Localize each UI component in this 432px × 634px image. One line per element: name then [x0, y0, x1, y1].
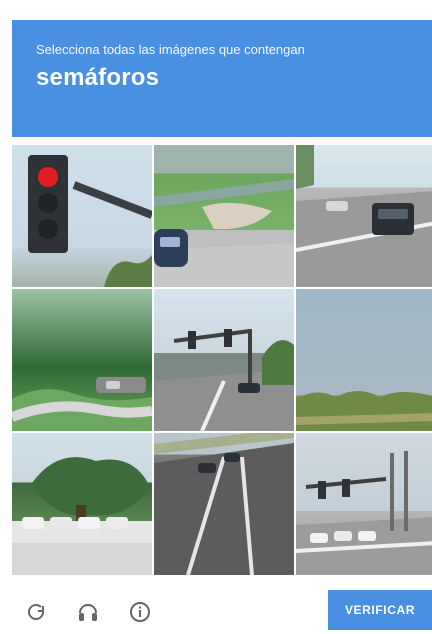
tile-1-image [28, 155, 152, 287]
captcha-tile-6[interactable] [296, 289, 432, 431]
captcha-tile-3[interactable] [296, 145, 432, 287]
captcha-instruction: Selecciona todas las imágenes que conten… [36, 42, 305, 57]
reload-icon-svg [28, 604, 44, 620]
tile-9-image [296, 451, 432, 575]
headphones-icon-svg [79, 604, 97, 621]
tile-8-image [154, 433, 294, 575]
captcha-image-grid [12, 145, 432, 575]
verify-button[interactable]: VERIFICAR [328, 590, 432, 630]
info-icon-svg [130, 602, 150, 622]
captcha-header: Selecciona todas las imágenes que conten… [12, 20, 432, 137]
tile-5-image [154, 329, 294, 431]
tile-6-image [296, 391, 432, 431]
captcha-tile-4[interactable] [12, 289, 152, 431]
tile-3-image [296, 145, 432, 287]
captcha-tile-2[interactable] [154, 145, 294, 287]
tile-4-image [12, 377, 152, 431]
tile-7-image [12, 457, 152, 543]
headphones-icon[interactable] [74, 598, 102, 626]
captcha-keyword: semáforos [36, 64, 160, 91]
captcha-tile-8[interactable] [154, 433, 294, 575]
captcha-footer: VERIFICAR [12, 590, 432, 634]
reload-icon[interactable] [22, 598, 50, 626]
tile-2-image [154, 179, 294, 287]
captcha-tile-9[interactable] [296, 433, 432, 575]
captcha-tile-7[interactable] [12, 433, 152, 575]
captcha-tile-1[interactable] [12, 145, 152, 287]
captcha-tile-5[interactable] [154, 289, 294, 431]
info-icon[interactable] [126, 598, 154, 626]
